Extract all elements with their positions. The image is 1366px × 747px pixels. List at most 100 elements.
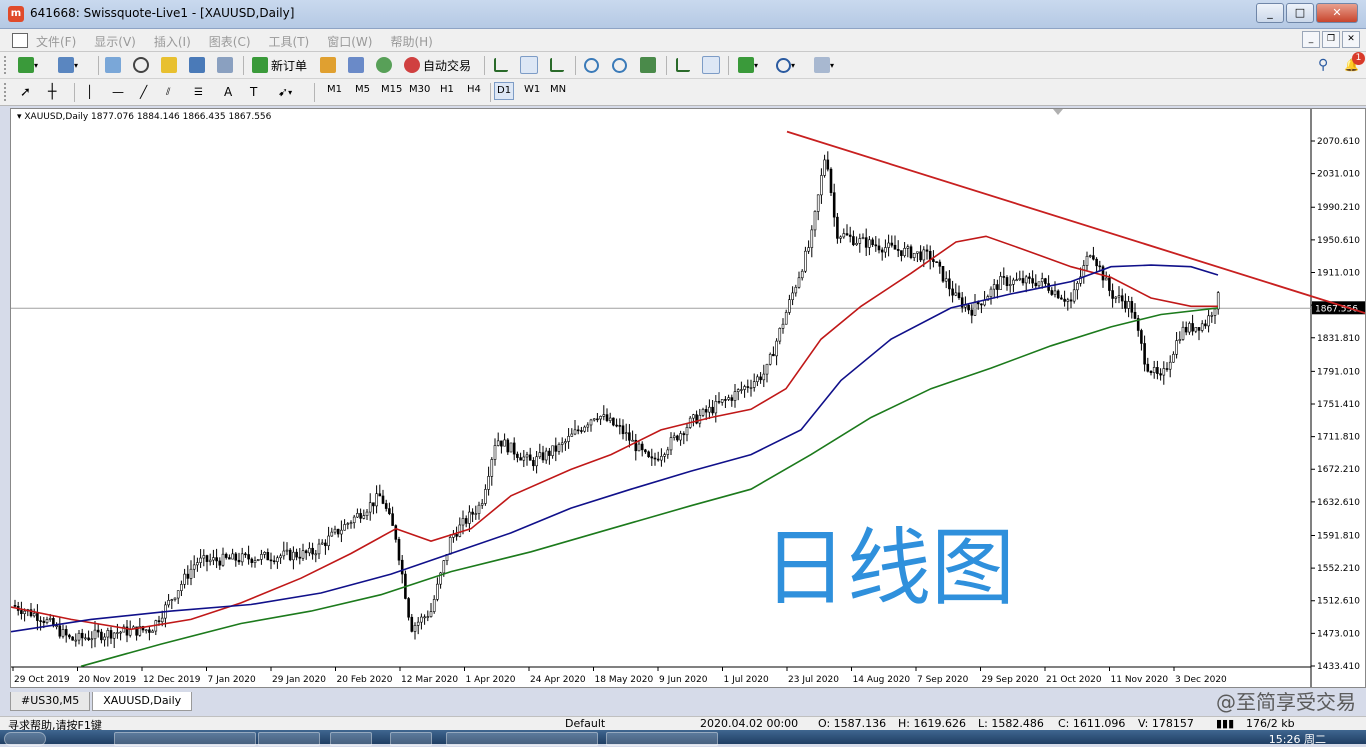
- navigator-button[interactable]: [161, 56, 177, 74]
- text-tool[interactable]: A: [224, 83, 232, 101]
- indicators-button[interactable]: ▾: [738, 56, 758, 74]
- text-label-tool[interactable]: T: [250, 83, 257, 101]
- auto-scroll-icon: [702, 56, 720, 74]
- candle-body: [493, 445, 497, 460]
- tab-us30-m5[interactable]: #US30,M5: [10, 692, 91, 711]
- periods-button[interactable]: ▾: [776, 56, 795, 74]
- strategy-tester-button[interactable]: [217, 56, 233, 74]
- candle-body: [1194, 327, 1198, 332]
- candle-body: [906, 246, 910, 249]
- minimize-button[interactable]: _: [1256, 3, 1284, 23]
- equidistant-channel-tool[interactable]: ⫽: [166, 83, 170, 101]
- new-chart-button[interactable]: ▾: [18, 56, 38, 74]
- profiles-button[interactable]: ▾: [58, 56, 78, 74]
- timeframe-m30[interactable]: M30: [409, 84, 430, 95]
- chart-close-button[interactable]: ✕: [1342, 31, 1360, 48]
- candle-body: [327, 535, 330, 547]
- cursor-tool[interactable]: ➚: [20, 83, 31, 101]
- timeframe-h4[interactable]: H4: [467, 84, 481, 95]
- menu-view[interactable]: 显示(V): [94, 33, 136, 50]
- candle-body: [496, 440, 500, 446]
- candle-body: [231, 553, 234, 560]
- candlestick-button[interactable]: [520, 56, 538, 74]
- search-button[interactable]: ⚲: [1318, 56, 1328, 74]
- candle-body: [509, 442, 513, 453]
- metaeditor-button[interactable]: [320, 56, 336, 74]
- candle-body: [1127, 301, 1130, 309]
- candle-body: [112, 632, 116, 639]
- candle-body: [980, 303, 983, 306]
- horizontal-line-tool[interactable]: —: [112, 83, 124, 101]
- toolbar-grip[interactable]: [4, 56, 10, 74]
- timeframe-m1[interactable]: M1: [327, 84, 342, 95]
- toolbar-grip[interactable]: [4, 83, 10, 101]
- chart-shift-button[interactable]: [676, 56, 690, 74]
- community-button[interactable]: [348, 56, 364, 74]
- timeframe-d1[interactable]: D1: [494, 82, 515, 100]
- candle-body: [928, 251, 932, 260]
- timeframe-mn[interactable]: MN: [550, 84, 566, 95]
- chart-minimize-button[interactable]: _: [1302, 31, 1320, 48]
- close-button[interactable]: ✕: [1316, 3, 1358, 23]
- candle-body: [1044, 278, 1047, 284]
- templates-button[interactable]: ▾: [814, 56, 834, 74]
- candle-body: [1197, 327, 1201, 331]
- crosshair-tool[interactable]: ┼: [48, 83, 56, 101]
- candle-body: [759, 376, 762, 381]
- zoom-in-button[interactable]: [584, 56, 599, 74]
- candle-body: [944, 278, 948, 282]
- notifications-button[interactable]: 🔔 1: [1344, 52, 1365, 74]
- candle-body: [916, 251, 919, 254]
- window-title: 641668: Swissquote-Live1 - [XAUUSD,Daily…: [30, 6, 295, 20]
- chart-window[interactable]: 2070.610 2031.010 1990.210 1950.610 1911.010…: [10, 108, 1366, 688]
- market-watch-button[interactable]: [105, 56, 121, 74]
- candle-body: [32, 613, 36, 617]
- candle-body: [384, 503, 388, 509]
- candle-body: [71, 636, 74, 641]
- candle-body: [39, 620, 42, 622]
- candle-body: [1204, 323, 1207, 327]
- vertical-line-icon: │: [86, 85, 94, 99]
- tab-xauusd-daily[interactable]: XAUUSD,Daily: [92, 692, 193, 711]
- tile-windows-button[interactable]: [640, 56, 656, 74]
- candle-body: [775, 340, 778, 357]
- fibonacci-tool[interactable]: ☰: [194, 83, 203, 101]
- market-button[interactable]: [376, 56, 392, 74]
- bar-chart-button[interactable]: [494, 56, 508, 74]
- timeframe-m15[interactable]: M15: [381, 84, 402, 95]
- terminal-button[interactable]: [189, 56, 205, 74]
- menu-help[interactable]: 帮助(H): [390, 33, 432, 50]
- vertical-line-tool[interactable]: │: [86, 83, 93, 101]
- price-chart[interactable]: 2070.610 2031.010 1990.210 1950.610 1911.010…: [11, 109, 1366, 688]
- menu-tools[interactable]: 工具(T): [269, 33, 310, 50]
- candle-body: [256, 559, 260, 561]
- line-chart-button[interactable]: [550, 56, 564, 74]
- timeframe-m5[interactable]: M5: [355, 84, 370, 95]
- data-window-button[interactable]: [133, 56, 149, 74]
- candle-body: [455, 534, 458, 537]
- candle-body: [282, 550, 286, 557]
- chart-restore-button[interactable]: ❐: [1322, 31, 1340, 48]
- maximize-button[interactable]: □: [1286, 3, 1314, 23]
- new-order-button[interactable]: 新订单: [252, 56, 307, 74]
- candle-body: [1060, 297, 1063, 300]
- menu-file[interactable]: 文件(F): [36, 33, 76, 50]
- candle-body: [356, 513, 359, 518]
- menu-window[interactable]: 窗口(W): [327, 33, 372, 50]
- timeframe-w1[interactable]: W1: [524, 84, 540, 95]
- chart-header: ▾ XAUUSD,Daily 1877.076 1884.146 1866.43…: [17, 112, 272, 122]
- candle-body: [874, 244, 878, 247]
- terminal-icon: [189, 57, 205, 73]
- candle-body: [996, 284, 999, 290]
- candle-body: [36, 613, 39, 621]
- menu-insert[interactable]: 插入(I): [154, 33, 191, 50]
- candle-body: [352, 516, 356, 524]
- arrows-tool[interactable]: ➹ ▾: [278, 83, 292, 101]
- menu-charts[interactable]: 图表(C): [209, 33, 251, 50]
- trendline-tool[interactable]: ╱: [140, 83, 147, 101]
- zoom-out-button[interactable]: [612, 56, 627, 74]
- candle-body: [106, 630, 110, 638]
- timeframe-h1[interactable]: H1: [440, 84, 454, 95]
- auto-trading-button[interactable]: 自动交易: [404, 56, 471, 74]
- auto-scroll-button[interactable]: [702, 56, 720, 74]
